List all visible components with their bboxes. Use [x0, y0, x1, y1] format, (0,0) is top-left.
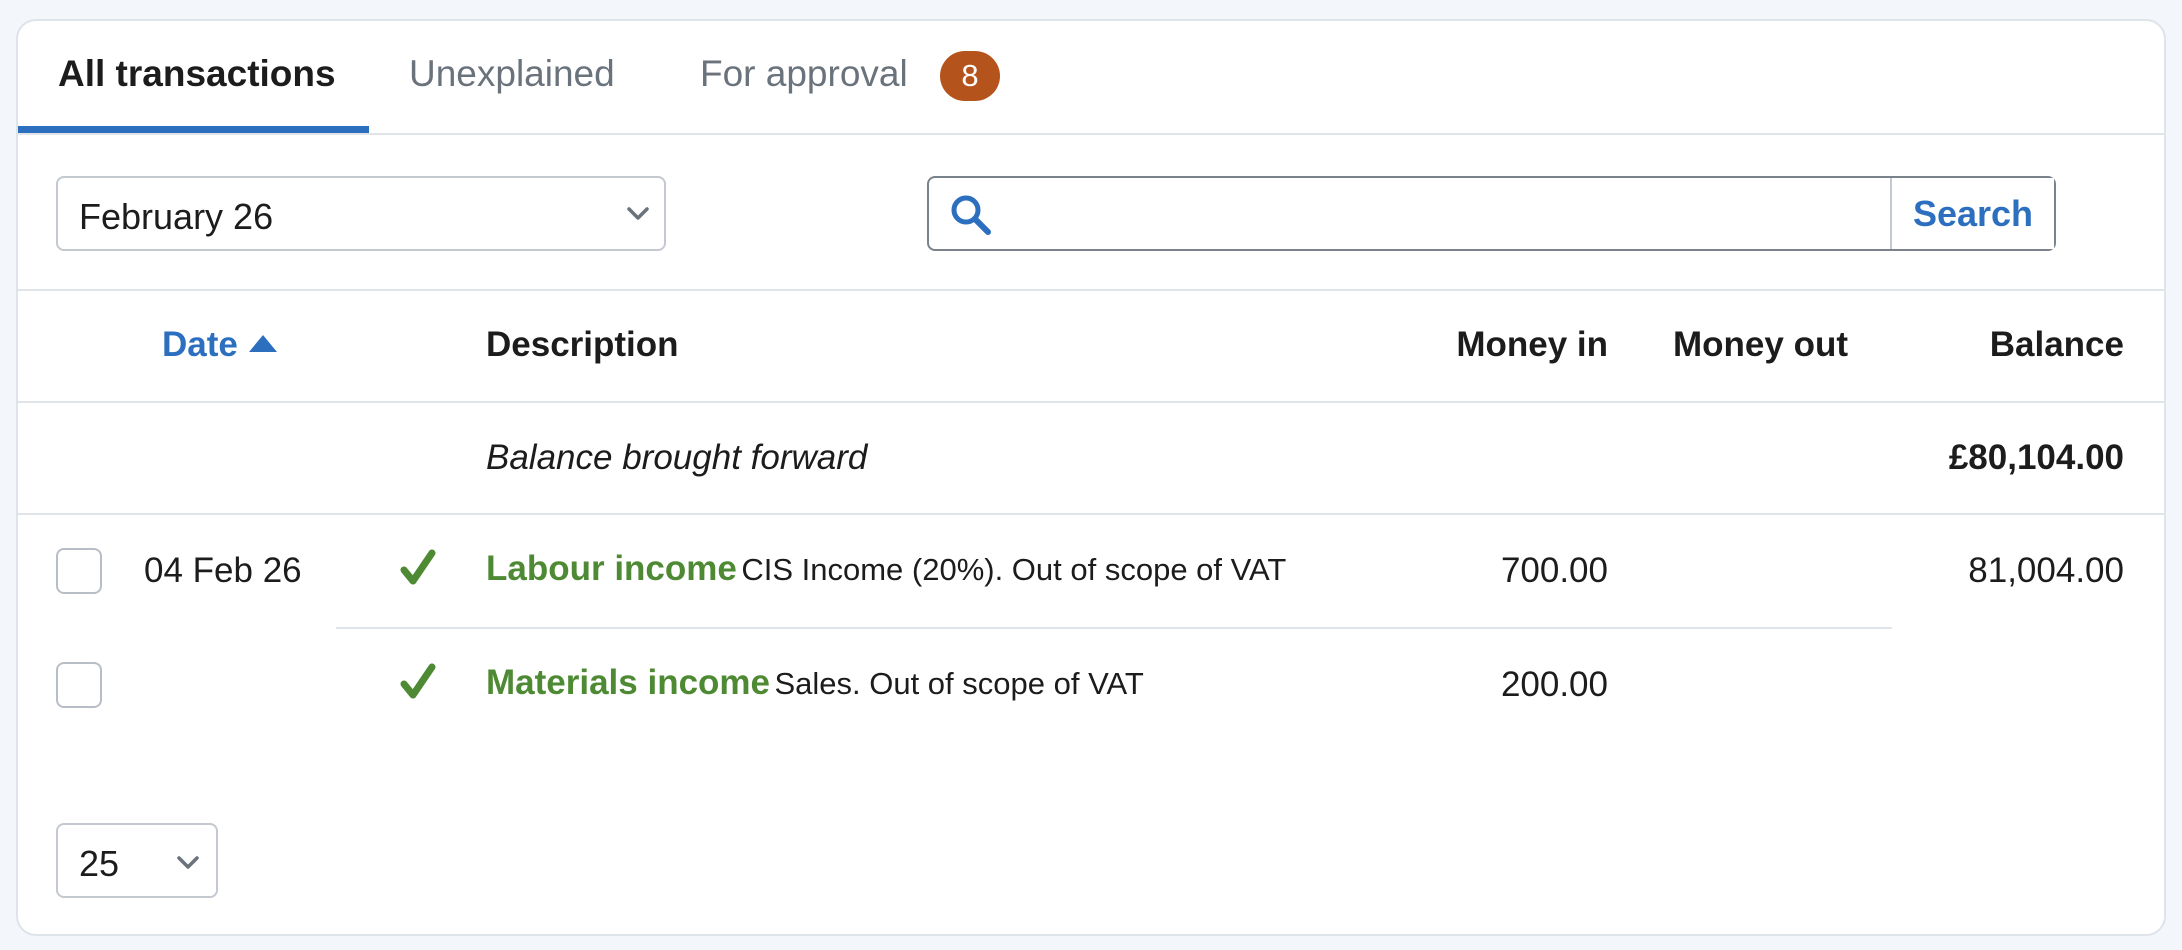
column-header-money-out: Money out	[1673, 325, 1848, 364]
table-header: Date Description Money in Money out Bala…	[18, 291, 2164, 403]
row-category-link[interactable]: Materials income	[486, 663, 770, 702]
check-icon	[400, 549, 436, 585]
sort-ascending-icon	[249, 335, 277, 352]
month-select[interactable]: February 26	[56, 176, 666, 251]
transactions-panel: All transactions Unexplained For approva…	[16, 19, 2166, 936]
table-row[interactable]: 04 Feb 26 Labour income CIS Income (20%)…	[18, 515, 2164, 627]
balance-brought-forward-row: Balance brought forward £80,104.00	[18, 403, 2164, 515]
column-header-balance: Balance	[1989, 325, 2124, 364]
search-icon	[951, 195, 991, 235]
per-page-value: 25	[79, 843, 120, 884]
row-description-detail: Sales. Out of scope of VAT	[774, 666, 1144, 701]
column-header-description: Description	[486, 325, 679, 364]
row-checkbox[interactable]	[56, 548, 102, 594]
row-date: 04 Feb 26	[144, 551, 302, 590]
month-select-value: February 26	[79, 196, 274, 237]
chevron-down-icon	[627, 207, 649, 220]
active-tab-indicator	[18, 126, 369, 133]
approval-count-badge: 8	[940, 51, 1000, 101]
column-header-date[interactable]: Date	[162, 325, 238, 365]
row-money-in: 700.00	[1500, 551, 1608, 590]
chevron-down-icon	[177, 856, 199, 869]
row-checkbox[interactable]	[56, 662, 102, 708]
row-money-in: 200.00	[1500, 665, 1608, 704]
table-row[interactable]: Materials income Sales. Out of scope of …	[18, 629, 2164, 741]
search-box: Search	[927, 176, 2056, 251]
row-category-link[interactable]: Labour income	[486, 549, 737, 588]
tab-all-transactions[interactable]: All transactions	[58, 53, 336, 95]
tab-for-approval[interactable]: For approval	[700, 53, 908, 95]
check-icon	[400, 663, 436, 699]
search-button[interactable]: Search	[1890, 178, 2054, 249]
balance-brought-forward-label: Balance brought forward	[486, 438, 868, 477]
row-description: Materials income Sales. Out of scope of …	[486, 663, 1144, 703]
per-page-select[interactable]: 25	[56, 823, 218, 898]
column-header-money-in: Money in	[1456, 325, 1608, 364]
search-input[interactable]	[1009, 182, 1949, 245]
row-balance: 81,004.00	[1968, 551, 2124, 590]
row-description: Labour income CIS Income (20%). Out of s…	[486, 549, 1286, 589]
tab-bar: All transactions Unexplained For approva…	[18, 21, 2164, 135]
tab-unexplained[interactable]: Unexplained	[409, 53, 615, 95]
balance-brought-forward-amount: £80,104.00	[1948, 438, 2124, 477]
filter-toolbar: February 26 Search	[18, 135, 2164, 291]
row-description-detail: CIS Income (20%). Out of scope of VAT	[741, 552, 1287, 587]
